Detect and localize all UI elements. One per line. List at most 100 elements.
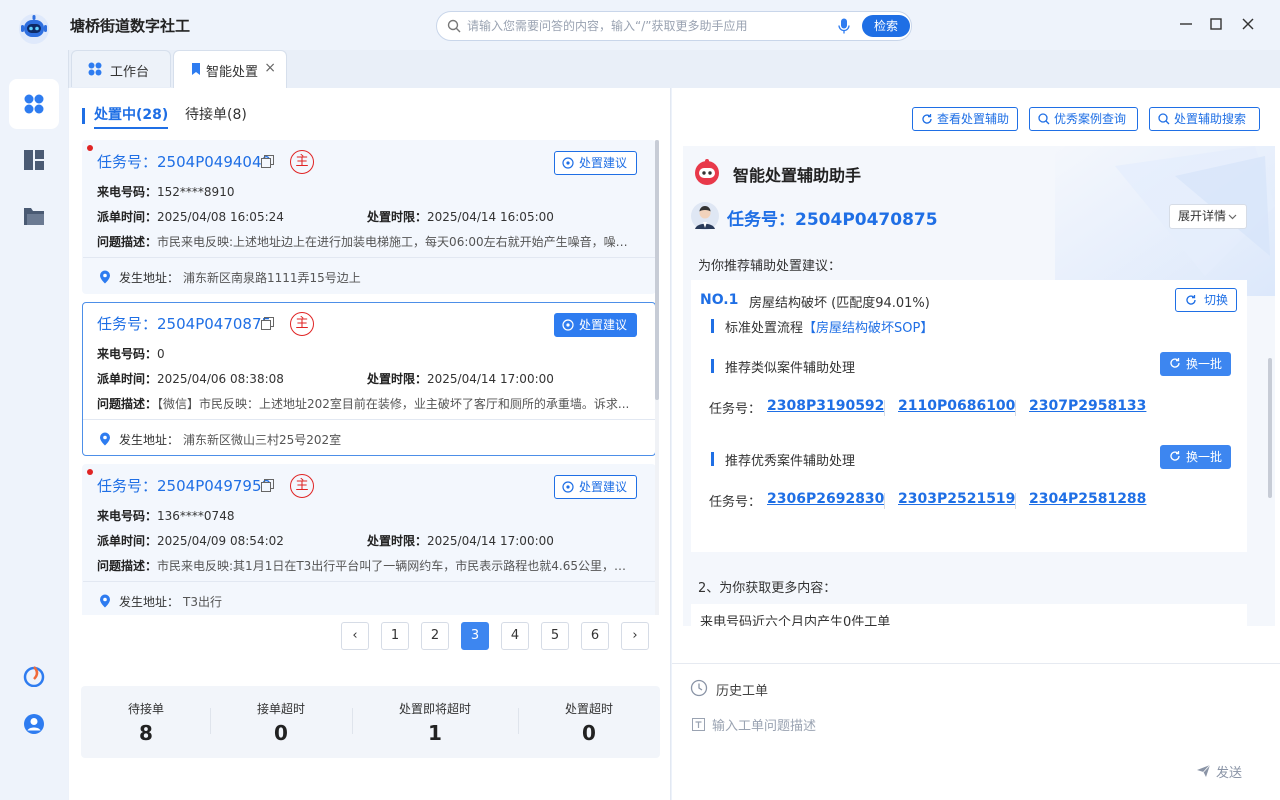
problem-description: 问题描述：【微信】市民反映：上述地址202室目前在装修，业主破坏了客厅和厕所的承… bbox=[97, 397, 630, 411]
unread-dot bbox=[87, 469, 93, 475]
grid-icon bbox=[88, 62, 102, 76]
scrollbar-thumb[interactable] bbox=[1268, 358, 1272, 498]
refresh-similar-button[interactable]: 换一批 bbox=[1160, 352, 1231, 376]
sidebar-assistant[interactable] bbox=[9, 651, 59, 701]
search-icon bbox=[1158, 113, 1170, 125]
dispatch-time: 派单时间：2025/04/08 16:05:24 bbox=[97, 210, 284, 224]
grid-icon bbox=[24, 94, 44, 114]
tab-smart-disposal[interactable]: 智能处置 × bbox=[173, 50, 287, 88]
more-content-title: 2、为你获取更多内容： bbox=[698, 581, 837, 596]
location-pin-icon bbox=[100, 432, 110, 446]
page-1[interactable]: 1 bbox=[381, 622, 409, 650]
problem-description: 问题描述：市民来电反映:其1月1日在T3出行平台叫了一辆网约车，市民表示路程也就… bbox=[97, 559, 637, 573]
refresh-icon bbox=[1170, 358, 1180, 368]
divider bbox=[83, 257, 655, 258]
task-number[interactable]: 任务号：2504P0497958 bbox=[97, 475, 271, 496]
robot-assistant-icon bbox=[695, 159, 719, 185]
sidebar-user[interactable] bbox=[9, 699, 59, 749]
more-content-text: 来电号码近六个月内产生0件工单 bbox=[691, 604, 1247, 626]
close-window-icon[interactable] bbox=[1238, 14, 1258, 34]
send-icon bbox=[1197, 764, 1211, 777]
page-5[interactable]: 5 bbox=[541, 622, 569, 650]
assist-search-button[interactable]: 处置辅助搜索 bbox=[1149, 107, 1260, 131]
suggestion-button[interactable]: 处置建议 bbox=[554, 151, 637, 175]
search-input[interactable] bbox=[467, 16, 837, 36]
divider bbox=[518, 708, 519, 734]
list-scrollbar[interactable] bbox=[655, 140, 659, 615]
stat-disposal-timeout: 处置超时 0 bbox=[564, 702, 613, 745]
current-task-number: 任务号：2504P0470875 bbox=[727, 210, 938, 230]
matched-category: 房屋结构破坏 (匹配度94.01%) bbox=[749, 296, 930, 311]
task-number[interactable]: 任务号：2504P0494040 bbox=[97, 151, 271, 172]
refresh-icon bbox=[1170, 451, 1180, 461]
unread-dot bbox=[87, 145, 93, 151]
task-card[interactable]: 任务号：2504P0470875 主 处置建议 来电号码：0 派单时间：2025… bbox=[82, 302, 656, 456]
view-assist-button[interactable]: 查看处置辅助 bbox=[912, 107, 1018, 131]
problem-input-area bbox=[690, 716, 1250, 736]
tab-bar: 工作台 智能处置 × bbox=[68, 50, 1280, 88]
minimize-icon[interactable] bbox=[1176, 14, 1196, 34]
copy-icon[interactable] bbox=[261, 479, 274, 492]
assistant-logo-icon bbox=[23, 666, 45, 687]
caller-phone: 来电号码：0 bbox=[97, 347, 165, 361]
sidebar-dashboard[interactable] bbox=[9, 135, 59, 185]
sop-link[interactable]: 【房屋结构破坏SOP】 bbox=[803, 321, 933, 336]
copy-icon[interactable] bbox=[261, 317, 274, 330]
primary-badge: 主 bbox=[290, 474, 314, 498]
task-link[interactable]: 2110P0686100 bbox=[898, 398, 1015, 414]
refresh-icon bbox=[922, 114, 932, 124]
divider bbox=[1015, 493, 1016, 509]
sidebar-folder[interactable] bbox=[9, 191, 59, 241]
switch-button[interactable]: 切换 bbox=[1175, 288, 1237, 312]
divider bbox=[352, 708, 353, 734]
task-link[interactable]: 2303P2521519 bbox=[898, 491, 1015, 507]
close-tab-icon[interactable]: × bbox=[264, 60, 276, 76]
case-query-button[interactable]: 优秀案例查询 bbox=[1029, 107, 1138, 131]
task-link[interactable]: 2307P2958133 bbox=[1029, 398, 1146, 414]
problem-description-input[interactable] bbox=[712, 716, 1232, 736]
user-avatar-icon bbox=[24, 714, 44, 734]
page-6[interactable]: 6 bbox=[581, 622, 609, 650]
divider bbox=[210, 708, 211, 734]
tab-processing[interactable]: 处置中(28) bbox=[94, 104, 169, 129]
search-icon bbox=[447, 19, 461, 33]
divider bbox=[83, 419, 655, 420]
deadline: 处置时限：2025/04/14 17:00:00 bbox=[367, 534, 554, 548]
search-button[interactable]: 检索 bbox=[862, 15, 910, 37]
page-4[interactable]: 4 bbox=[501, 622, 529, 650]
title-bar: 塘桥街道数字社工 检索 bbox=[0, 0, 1280, 50]
problem-description: 问题描述：市民来电反映:上述地址边上在进行加装电梯施工，每天06:00左右就开始… bbox=[97, 235, 637, 249]
suggestion-button[interactable]: 处置建议 bbox=[554, 313, 637, 337]
sidebar-workbench[interactable] bbox=[9, 79, 59, 129]
microphone-icon[interactable] bbox=[837, 18, 851, 34]
page-3[interactable]: 3 bbox=[461, 622, 489, 650]
excellent-task-list: 任务号： 2306P2692830 2303P2521519 2304P2581… bbox=[709, 491, 1147, 510]
task-link[interactable]: 2306P2692830 bbox=[767, 491, 884, 507]
suggestion-button[interactable]: 处置建议 bbox=[554, 475, 637, 499]
assist-scrollbar[interactable] bbox=[1268, 146, 1272, 626]
clock-icon bbox=[690, 679, 708, 697]
refresh-excellent-button[interactable]: 换一批 bbox=[1160, 445, 1231, 469]
maximize-icon[interactable] bbox=[1206, 14, 1226, 34]
next-page-button[interactable]: › bbox=[621, 622, 649, 650]
task-link[interactable]: 2308P3190592 bbox=[767, 398, 884, 414]
prev-page-button[interactable]: ‹ bbox=[341, 622, 369, 650]
divider bbox=[672, 663, 1280, 664]
primary-badge: 主 bbox=[290, 150, 314, 174]
caller-phone: 来电号码：152****8910 bbox=[97, 185, 235, 199]
task-card[interactable]: 任务号：2504P0497958 主 处置建议 来电号码：136****0748… bbox=[82, 464, 656, 615]
page-2[interactable]: 2 bbox=[421, 622, 449, 650]
tab-workbench[interactable]: 工作台 bbox=[71, 50, 171, 87]
expand-details-button[interactable]: 展开详情 bbox=[1169, 204, 1247, 229]
task-list[interactable]: 任务号：2504P0494040 主 处置建议 来电号码：152****8910… bbox=[82, 140, 662, 615]
search-icon bbox=[1038, 113, 1050, 125]
scrollbar-thumb[interactable] bbox=[655, 140, 659, 400]
task-link[interactable]: 2304P2581288 bbox=[1029, 491, 1146, 507]
excellent-cases-title: 推荐优秀案件辅助处理 bbox=[711, 450, 855, 469]
copy-icon[interactable] bbox=[261, 155, 274, 168]
tab-pending[interactable]: 待接单(8) bbox=[185, 104, 247, 124]
app-sidebar bbox=[0, 50, 68, 800]
task-number[interactable]: 任务号：2504P0470875 bbox=[97, 313, 271, 334]
target-icon bbox=[562, 481, 574, 493]
task-card[interactable]: 任务号：2504P0494040 主 处置建议 来电号码：152****8910… bbox=[82, 140, 656, 294]
